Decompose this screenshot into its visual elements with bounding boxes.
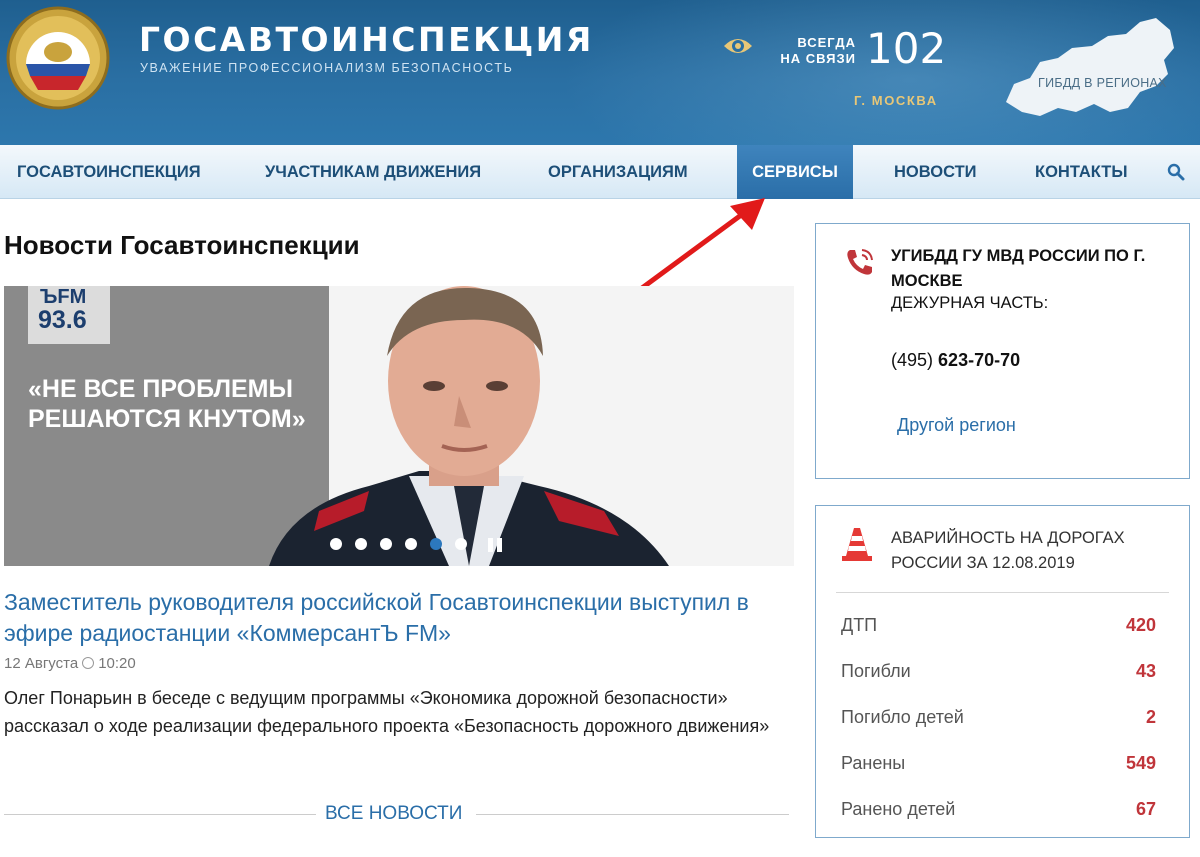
- news-slider[interactable]: ЪFM 93.6 «НЕ ВСЕ ПРОБЛЕМЫ РЕШАЮТСЯ КНУТО…: [4, 286, 794, 566]
- news-date: 12 Августа: [4, 655, 79, 672]
- stat-value: 43: [1135, 661, 1156, 681]
- accidents-title: АВАРИЙНОСТЬ НА ДОРОГАХ РОССИИ ЗА 12.08.2…: [891, 529, 1125, 572]
- news-summary: Олег Понарьин в беседе с ведущим програм…: [4, 688, 770, 736]
- stat-row: Погибли 43: [841, 661, 1156, 685]
- person-photo: [269, 286, 669, 566]
- regions-link[interactable]: ГИБДД В РЕГИОНАХ: [1038, 76, 1167, 90]
- slider-dot[interactable]: [330, 538, 342, 550]
- slider-dot[interactable]: [405, 538, 417, 550]
- stat-value: 2: [1145, 707, 1156, 727]
- divider-left: [4, 814, 316, 815]
- traffic-cone-icon: [842, 528, 872, 561]
- divider-right: [476, 814, 789, 815]
- stat-value: 549: [1125, 753, 1156, 773]
- accidents-divider: [836, 592, 1169, 593]
- news-meta: 12 Августа 10:20: [4, 655, 136, 672]
- russia-map-icon[interactable]: [1000, 12, 1178, 124]
- stat-label: Погибли: [841, 661, 911, 681]
- contact-box: УГИБДД ГУ МВД РОССИИ ПО Г. МОСКВЕ ДЕЖУРН…: [815, 223, 1190, 479]
- nav-item-gosavtoinspekciya[interactable]: ГОСАВТОИНСПЕКЦИЯ: [17, 145, 201, 199]
- slider-dot[interactable]: [380, 538, 392, 550]
- stat-row: ДТП 420: [841, 615, 1156, 639]
- slider-dot[interactable]: [455, 538, 467, 550]
- stat-row: Погибло детей 2: [841, 707, 1156, 731]
- news-heading: Новости Госавтоинспекции: [4, 230, 360, 260]
- emblem-icon[interactable]: [4, 4, 112, 112]
- department-name: УГИБДД ГУ МВД РОССИИ ПО Г. МОСКВЕ: [891, 247, 1146, 290]
- slider-dot[interactable]: [355, 538, 367, 550]
- accidents-box: АВАРИЙНОСТЬ НА ДОРОГАХ РОССИИ ЗА 12.08.2…: [815, 505, 1190, 838]
- always-line2: НА СВЯЗИ: [780, 51, 856, 66]
- phone-icon: [847, 249, 873, 275]
- stat-label: Погибло детей: [841, 707, 964, 727]
- nav-item-news[interactable]: НОВОСТИ: [894, 145, 977, 199]
- stat-value: 420: [1125, 615, 1156, 635]
- duty-label: ДЕЖУРНАЯ ЧАСТЬ:: [891, 294, 1049, 312]
- emergency-phone[interactable]: 102: [866, 24, 946, 73]
- slider-dot-active[interactable]: [430, 538, 442, 550]
- main-nav: ГОСАВТОИНСПЕКЦИЯ УЧАСТНИКАМ ДВИЖЕНИЯ ОРГ…: [0, 145, 1200, 199]
- slider-pause-icon[interactable]: [484, 536, 506, 554]
- all-news-link[interactable]: ВСЕ НОВОСТИ: [325, 803, 462, 825]
- radio-frequency: 93.6: [38, 306, 87, 334]
- city-selector[interactable]: Г. МОСКВА: [854, 93, 938, 108]
- other-region-link[interactable]: Другой регион: [897, 415, 1016, 436]
- stat-label: ДТП: [841, 615, 878, 635]
- duty-phone-number: 623-70-70: [938, 350, 1021, 370]
- site-title[interactable]: ГОСАВТОИНСПЕКЦИЯ: [139, 20, 594, 59]
- annotation-arrow-icon: [639, 198, 765, 291]
- clock-icon: [82, 657, 95, 669]
- always-connected: ВСЕГДА НА СВЯЗИ: [776, 35, 856, 67]
- site-subtitle: УВАЖЕНИЕ ПРОФЕССИОНАЛИЗМ БЕЗОПАСНОСТЬ: [140, 61, 514, 75]
- news-time: 10:20: [98, 655, 136, 672]
- nav-item-participants[interactable]: УЧАСТНИКАМ ДВИЖЕНИЯ: [265, 145, 481, 199]
- site-header: ГОСАВТОИНСПЕКЦИЯ УВАЖЕНИЕ ПРОФЕССИОНАЛИЗ…: [0, 0, 1200, 145]
- stat-row: Ранены 549: [841, 753, 1156, 777]
- stat-value: 67: [1135, 799, 1156, 819]
- nav-item-contacts[interactable]: КОНТАКТЫ: [1035, 145, 1128, 199]
- duty-phone[interactable]: (495) 623-70-70: [891, 350, 1020, 371]
- search-icon[interactable]: [1167, 163, 1185, 181]
- eye-icon[interactable]: [722, 34, 754, 58]
- stat-row: Ранено детей 67: [841, 799, 1156, 823]
- always-line1: ВСЕГДА: [797, 35, 856, 50]
- stat-label: Ранены: [841, 753, 906, 773]
- news-title-link[interactable]: Заместитель руководителя российской Госа…: [4, 587, 784, 649]
- duty-phone-code: (495): [891, 350, 934, 370]
- stat-label: Ранено детей: [841, 799, 956, 819]
